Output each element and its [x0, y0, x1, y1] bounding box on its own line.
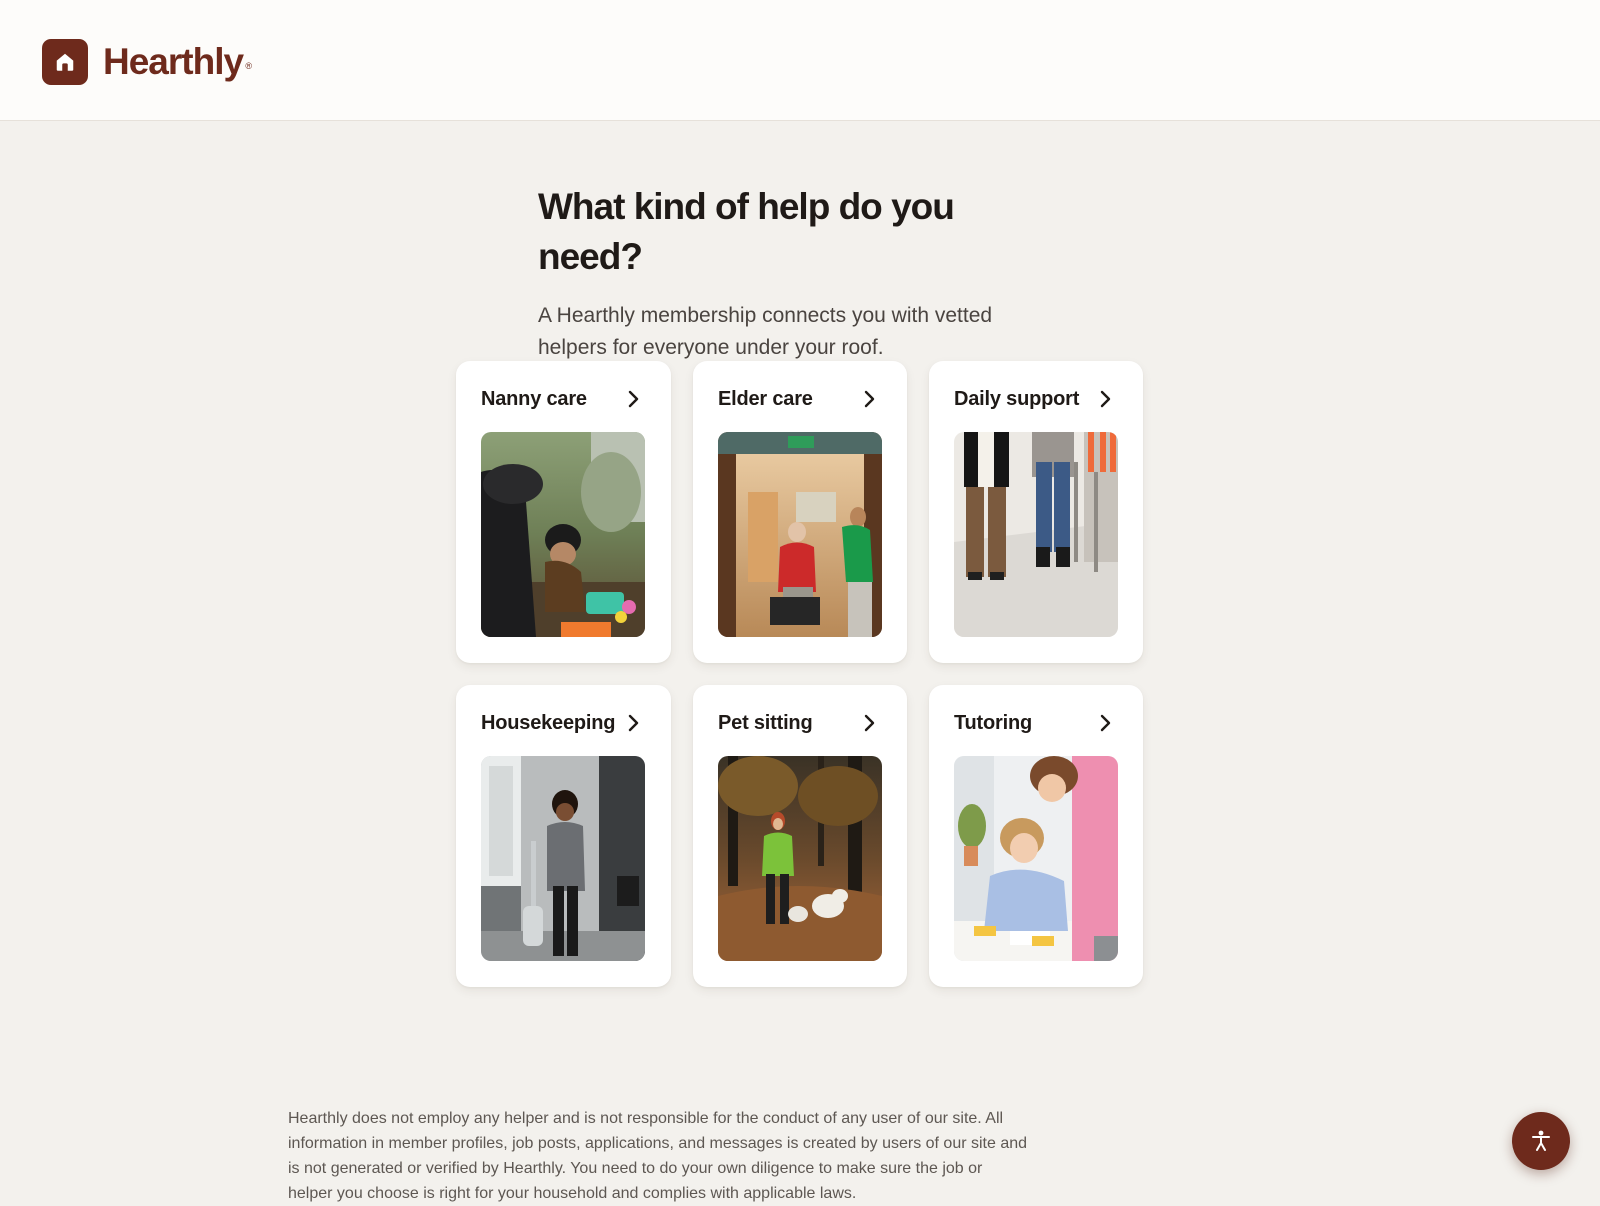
category-grid: Nanny care Elder care Daily support Hous… [456, 361, 1146, 987]
registered-mark: ® [245, 61, 253, 71]
category-card-pet-sitting[interactable]: Pet sitting [693, 685, 907, 987]
category-card-housekeeping[interactable]: Housekeeping [456, 685, 671, 987]
site-header: Hearthly ® [0, 0, 1600, 121]
page-subtitle: A Hearthly membership connects you with … [538, 304, 993, 359]
card-title: Housekeeping [481, 711, 616, 734]
card-title: Daily support [954, 387, 1080, 410]
legal-disclaimer: Hearthly does not employ any helper and … [288, 1110, 1028, 1202]
page-title: What kind of help do you need? [538, 186, 955, 277]
card-title: Pet sitting [718, 711, 813, 734]
category-card-tutoring[interactable]: Tutoring [929, 685, 1143, 987]
chevron-right-icon [624, 713, 644, 733]
card-header: Housekeeping [481, 707, 646, 739]
nanny-care-photo [481, 432, 645, 637]
card-header: Tutoring [954, 707, 1118, 739]
chevron-right-icon [1096, 389, 1116, 409]
brand-logo-link[interactable]: Hearthly ® [42, 39, 252, 85]
card-title: Elder care [718, 387, 813, 410]
accessibility-icon [1528, 1128, 1554, 1154]
category-card-daily-support[interactable]: Daily support [929, 361, 1143, 663]
card-header: Daily support [954, 383, 1118, 415]
intro-section: What kind of help do you need? A Hearthl… [538, 182, 1058, 364]
pet-sitting-photo [718, 756, 882, 961]
brand-name-text: Hearthly [103, 41, 244, 82]
chevron-right-icon [624, 389, 644, 409]
elder-care-photo [718, 432, 882, 637]
chevron-right-icon [860, 389, 880, 409]
brand-name: Hearthly ® [103, 39, 252, 85]
card-title: Tutoring [954, 711, 1032, 734]
housekeeping-photo [481, 756, 645, 961]
house-icon [42, 39, 88, 85]
tutoring-photo [954, 756, 1118, 961]
accessibility-button[interactable] [1512, 1112, 1570, 1170]
chevron-right-icon [860, 713, 880, 733]
category-card-nanny-care[interactable]: Nanny care [456, 361, 671, 663]
daily-support-photo [954, 432, 1118, 637]
card-header: Pet sitting [718, 707, 882, 739]
category-card-elder-care[interactable]: Elder care [693, 361, 907, 663]
card-header: Elder care [718, 383, 882, 415]
card-header: Nanny care [481, 383, 646, 415]
chevron-right-icon [1096, 713, 1116, 733]
card-title: Nanny care [481, 387, 587, 410]
